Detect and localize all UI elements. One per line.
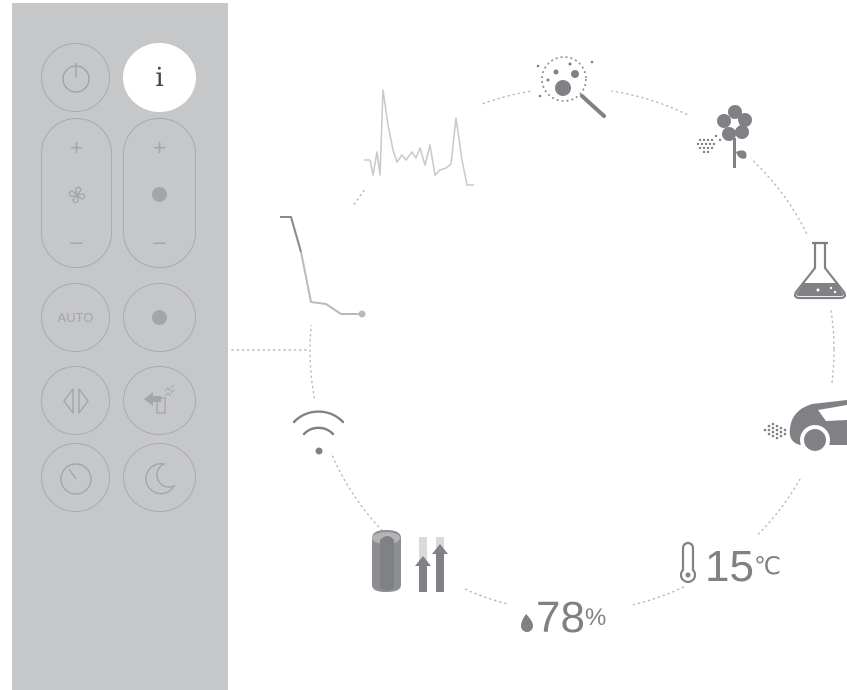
humidity-value: 78 bbox=[536, 593, 585, 642]
humidity-readout: 78% bbox=[536, 596, 606, 640]
temperature-unit: ℃ bbox=[753, 553, 781, 580]
temperature-value: 15 bbox=[705, 542, 754, 591]
humidity-unit: % bbox=[584, 604, 607, 631]
temperature-readout: 15℃ bbox=[705, 545, 781, 589]
